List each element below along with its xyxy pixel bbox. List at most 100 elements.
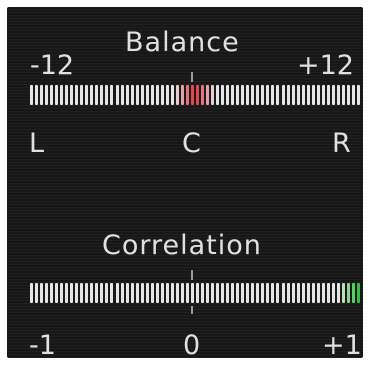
- correlation-meter-segment: [341, 283, 345, 303]
- correlation-meter-segment: [65, 283, 69, 303]
- balance-meter-segment: [75, 85, 79, 105]
- correlation-meter-segment: [150, 283, 154, 303]
- correlation-meter-segment: [251, 283, 255, 303]
- correlation-meter-segment: [190, 283, 194, 303]
- correlation-meter-segment: [170, 283, 174, 303]
- correlation-meter-segment: [55, 283, 59, 303]
- correlation-meter-segment: [165, 283, 169, 303]
- balance-meter-segment: [316, 85, 320, 105]
- balance-meter-segment: [236, 85, 240, 105]
- correlation-meter-segment: [351, 283, 355, 303]
- balance-meter-segment: [231, 85, 235, 105]
- correlation-meter: [30, 283, 362, 303]
- balance-meter-segment: [60, 85, 64, 105]
- correlation-meter-segment: [160, 283, 164, 303]
- correlation-meter-segment: [346, 283, 350, 303]
- correlation-meter-segment: [110, 283, 114, 303]
- correlation-meter-segment: [75, 283, 79, 303]
- meter-panel: Balance -12 +12 L C R Correlation -1 0 +…: [7, 7, 363, 361]
- balance-title: Balance: [125, 27, 240, 58]
- balance-meter-segment: [170, 85, 174, 105]
- balance-meter-segment: [55, 85, 59, 105]
- balance-meter-segment: [356, 85, 360, 105]
- correlation-meter-segment: [331, 283, 335, 303]
- balance-meter: [30, 85, 362, 105]
- balance-meter-segment: [306, 85, 310, 105]
- balance-center-tick: [191, 72, 193, 82]
- correlation-meter-segment: [60, 283, 64, 303]
- correlation-meter-segment: [206, 283, 210, 303]
- balance-meter-segment: [211, 85, 215, 105]
- correlation-meter-segment: [236, 283, 240, 303]
- balance-meter-segment: [190, 85, 194, 105]
- balance-meter-segment: [30, 85, 33, 105]
- balance-meter-segment: [196, 85, 199, 105]
- balance-meter-segment: [206, 85, 210, 105]
- correlation-meter-segment: [261, 283, 265, 303]
- balance-right-label: R: [332, 128, 351, 159]
- correlation-meter-segment: [135, 283, 139, 303]
- balance-meter-segment: [201, 85, 205, 105]
- balance-meter-segment: [145, 85, 149, 105]
- correlation-meter-segment: [256, 283, 260, 303]
- balance-meter-segment: [286, 85, 290, 105]
- balance-meter-segment: [125, 85, 129, 105]
- correlation-meter-segment: [356, 283, 360, 303]
- correlation-center-tick-lower: [191, 306, 193, 314]
- correlation-meter-segment: [221, 283, 225, 303]
- balance-center-label: C: [182, 128, 201, 159]
- correlation-meter-segment: [175, 283, 179, 303]
- correlation-meter-segment: [90, 283, 94, 303]
- balance-meter-segment: [155, 85, 159, 105]
- balance-meter-segment: [85, 85, 89, 105]
- balance-meter-segment: [266, 85, 270, 105]
- balance-meter-segment: [90, 85, 94, 105]
- balance-meter-segment: [226, 85, 230, 105]
- balance-meter-segment: [150, 85, 154, 105]
- correlation-meter-segment: [201, 283, 205, 303]
- correlation-meter-segment: [276, 283, 280, 303]
- balance-meter-segment: [80, 85, 84, 105]
- correlation-meter-segment: [45, 283, 49, 303]
- correlation-meter-segment: [35, 283, 39, 303]
- balance-meter-segment: [180, 85, 184, 105]
- balance-meter-segment: [326, 85, 330, 105]
- correlation-meter-segment: [100, 283, 104, 303]
- correlation-meter-segment: [180, 283, 184, 303]
- balance-meter-segment: [45, 85, 49, 105]
- balance-meter-segment: [346, 85, 350, 105]
- correlation-min-label: -1: [29, 330, 56, 361]
- balance-meter-segment: [100, 85, 104, 105]
- balance-max-label: +12: [297, 50, 354, 81]
- balance-meter-segment: [341, 85, 345, 105]
- correlation-meter-segment: [155, 283, 159, 303]
- balance-meter-segment: [331, 85, 335, 105]
- correlation-meter-segment: [40, 283, 44, 303]
- correlation-meter-segment: [196, 283, 199, 303]
- correlation-meter-segment: [291, 283, 295, 303]
- balance-meter-segment: [271, 85, 275, 105]
- correlation-meter-segment: [231, 283, 235, 303]
- balance-meter-segment: [120, 85, 124, 105]
- balance-meter-segment: [135, 85, 139, 105]
- balance-meter-segment: [241, 85, 245, 105]
- correlation-meter-segment: [70, 283, 74, 303]
- balance-meter-segment: [35, 85, 39, 105]
- correlation-meter-segment: [316, 283, 320, 303]
- correlation-max-label: +1: [322, 330, 362, 361]
- correlation-meter-segment: [226, 283, 230, 303]
- balance-meter-segment: [115, 85, 119, 105]
- correlation-meter-segment: [296, 283, 300, 303]
- correlation-meter-segment: [140, 283, 144, 303]
- balance-meter-segment: [165, 85, 169, 105]
- balance-meter-segment: [50, 85, 54, 105]
- correlation-meter-segment: [306, 283, 310, 303]
- balance-meter-segment: [336, 85, 340, 105]
- correlation-meter-segment: [326, 283, 330, 303]
- balance-meter-segment: [246, 85, 250, 105]
- balance-meter-segment: [95, 85, 99, 105]
- correlation-meter-segment: [30, 283, 33, 303]
- balance-meter-segment: [301, 85, 305, 105]
- balance-meter-segment: [281, 85, 285, 105]
- correlation-meter-segment: [271, 283, 275, 303]
